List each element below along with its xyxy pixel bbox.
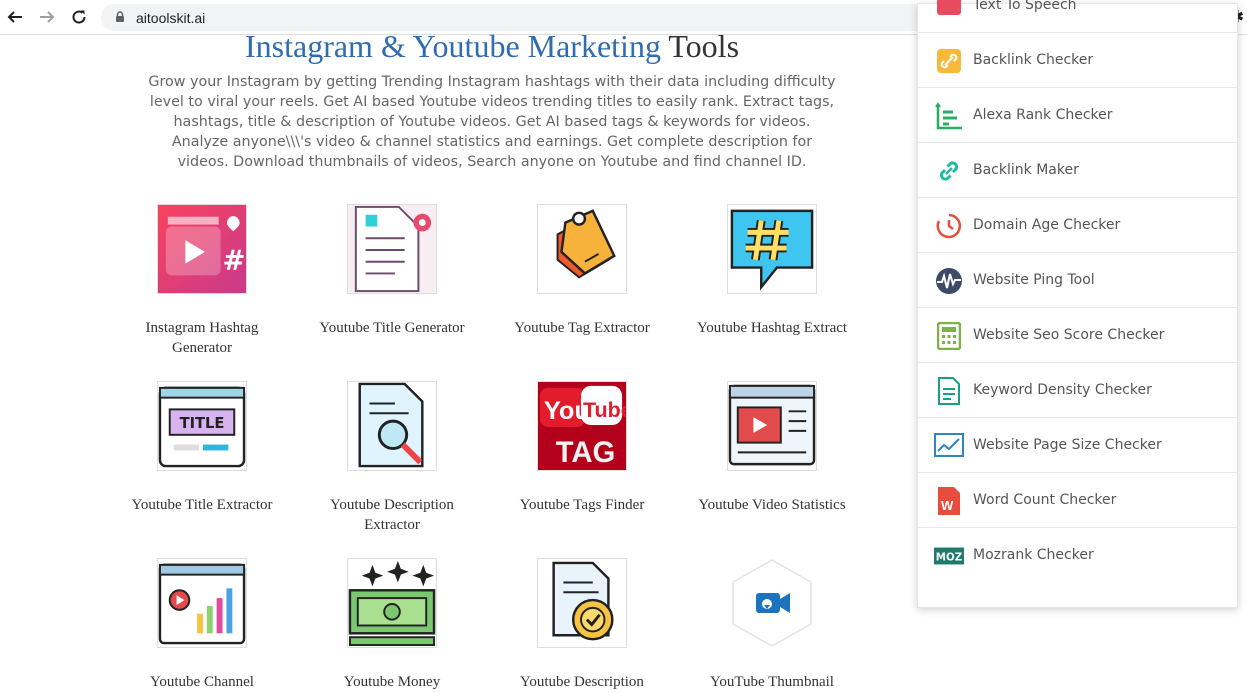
moz-icon: MOZ — [934, 542, 964, 570]
menu-item-label: Backlink Checker — [973, 52, 1094, 68]
clock-icon — [934, 212, 964, 240]
forward-arrow-icon[interactable] — [36, 6, 58, 28]
tool-card-youtube-description-generator[interactable]: Youtube Description Generator — [502, 558, 662, 693]
menu-item-label: Domain Age Checker — [973, 217, 1121, 233]
tool-label: Instagram Hashtag Generator — [145, 320, 259, 356]
menu-item-label: Backlink Maker — [973, 162, 1079, 178]
page-title: Instagram & Youtube Marketing Tools — [0, 28, 984, 65]
menu-item-mozrank-checker[interactable]: MOZ Mozrank Checker — [918, 528, 1239, 583]
link-icon — [934, 47, 964, 75]
menu-item-label: Website Page Size Checker — [973, 437, 1162, 453]
menu-item-label: Word Count Checker — [973, 492, 1117, 508]
tool-card-youtube-title-generator[interactable]: Youtube Title Generator — [312, 204, 472, 338]
lock-icon — [116, 11, 124, 22]
menu-item-word-count-checker[interactable]: W Word Count Checker — [918, 473, 1239, 528]
tool-label: Youtube Money Calculator — [343, 674, 441, 690]
menu-item-label: Alexa Rank Checker — [973, 107, 1113, 123]
tool-card-youtube-tag-extractor[interactable]: Youtube Tag Extractor — [502, 204, 662, 338]
rank-chart-icon — [934, 102, 964, 130]
menu-item-label: Mozrank Checker — [973, 547, 1094, 563]
tool-label: YouTube Thumbnail Downloader — [710, 674, 834, 690]
word-doc-icon: W — [934, 487, 964, 515]
tool-label: Youtube Hashtag Extract — [696, 320, 848, 336]
tool-card-youtube-money-calculator[interactable]: Youtube Money Calculator — [312, 558, 472, 693]
page-intro: Grow your Instagram by getting Trending … — [148, 74, 836, 170]
page-title-highlight: Instagram & Youtube Marketing — [244, 28, 661, 64]
line-chart-icon — [934, 432, 964, 460]
money-icon — [347, 558, 437, 648]
svg-text:W: W — [941, 498, 954, 513]
tool-card-youtube-video-statistics[interactable]: Youtube Video Statistics — [692, 381, 852, 515]
instagram-hashtag-icon: # — [157, 204, 247, 294]
menu-item-website-page-size-checker[interactable]: Website Page Size Checker — [918, 418, 1239, 473]
document-badge-icon — [537, 558, 627, 648]
channel-chart-icon — [157, 558, 247, 648]
document-search-icon — [347, 381, 437, 471]
back-arrow-icon[interactable] — [4, 6, 26, 28]
address-bar[interactable]: aitoolskit.ai — [101, 4, 1030, 31]
url-text: aitoolskit.ai — [136, 10, 206, 26]
document-lines-icon — [934, 377, 964, 405]
video-window-icon — [727, 381, 817, 471]
menu-item-website-seo-score-checker[interactable]: Website Seo Score Checker — [918, 308, 1239, 363]
video-camera-icon — [727, 558, 817, 648]
menu-item-label: Website Ping Tool — [973, 272, 1095, 288]
tool-card-youtube-tags-finder[interactable]: YouTubeTAG Youtube Tags Finder — [502, 381, 662, 515]
tool-label: Youtube Description Extractor — [330, 497, 454, 533]
hashtag-bubble-icon — [727, 204, 817, 294]
chain-link-icon — [934, 157, 964, 185]
calculator-icon — [934, 322, 964, 350]
title-box-icon: TITLE — [157, 381, 247, 471]
document-gear-icon — [347, 204, 437, 294]
menu-item-text-to-speech[interactable]: Text To Speech — [918, 0, 1239, 33]
menu-item-keyword-density-checker[interactable]: Keyword Density Checker — [918, 363, 1239, 418]
tool-card-youtube-title-extractor[interactable]: TITLE Youtube Title Extractor — [122, 381, 282, 515]
youtube-tag-icon: YouTubeTAG — [537, 381, 627, 471]
tag-icon — [537, 204, 627, 294]
menu-item-backlink-checker[interactable]: Backlink Checker — [918, 33, 1239, 88]
tool-label: Youtube Video Statistics — [698, 497, 846, 513]
tool-label: Youtube Tag Extractor — [514, 320, 650, 336]
tool-card-instagram-hashtag-generator[interactable]: # Instagram Hashtag Generator — [122, 204, 282, 358]
menu-item-label: Text To Speech — [973, 0, 1077, 13]
svg-text:Tube: Tube — [583, 398, 626, 422]
menu-item-backlink-maker[interactable]: Backlink Maker — [918, 143, 1239, 198]
menu-item-label: Website Seo Score Checker — [973, 327, 1165, 343]
tool-card-youtube-thumbnail-downloader[interactable]: YouTube Thumbnail Downloader — [692, 558, 852, 693]
reload-icon[interactable] — [68, 6, 90, 28]
svg-text:#: # — [223, 246, 246, 277]
menu-item-domain-age-checker[interactable]: Domain Age Checker — [918, 198, 1239, 253]
menu-item-website-ping-tool[interactable]: Website Ping Tool — [918, 253, 1239, 308]
svg-text:TITLE: TITLE — [180, 415, 225, 432]
tool-label: Youtube Tags Finder — [519, 497, 645, 513]
page-title-rest: Tools — [668, 28, 740, 64]
menu-item-alexa-rank-checker[interactable]: Alexa Rank Checker — [918, 88, 1239, 143]
text-to-speech-icon — [934, 0, 964, 20]
tool-card-youtube-hashtag-extract[interactable]: Youtube Hashtag Extract — [692, 204, 852, 338]
pulse-icon — [934, 267, 964, 295]
tool-label: Youtube Title Generator — [319, 320, 465, 336]
menu-item-label: Keyword Density Checker — [973, 382, 1152, 398]
tool-card-youtube-channel-statistics[interactable]: Youtube Channel Statistics — [122, 558, 282, 693]
svg-text:TAG: TAG — [556, 436, 616, 469]
tool-card-youtube-description-extractor[interactable]: Youtube Description Extractor — [312, 381, 472, 535]
svg-text:MOZ: MOZ — [936, 552, 962, 564]
tool-label: Youtube Description Generator — [520, 674, 644, 690]
tool-label: Youtube Channel Statistics — [150, 674, 254, 690]
tools-dropdown-menu: Text To Speech Backlink Checker Alexa Ra… — [917, 0, 1239, 608]
tool-label: Youtube Title Extractor — [131, 497, 273, 513]
